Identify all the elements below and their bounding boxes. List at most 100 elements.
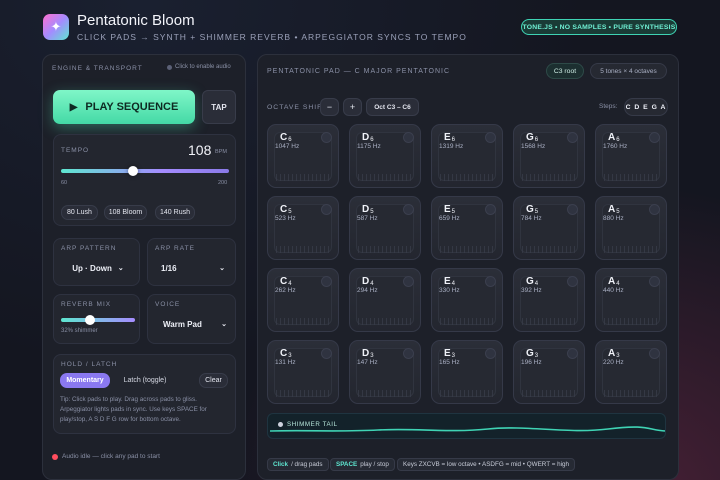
pad-g5[interactable]: G5 784 Hz — [513, 196, 585, 260]
arp-pattern-label: ARP PATTERN — [61, 245, 117, 252]
pad-a3[interactable]: A3 220 Hz — [595, 340, 667, 404]
pad-note-label: A3 — [608, 348, 620, 359]
pad-indicator-icon — [567, 204, 578, 215]
reverb-caption: 32% shimmer — [61, 328, 98, 334]
play-sequence-button[interactable]: ▶ PLAY SEQUENCE — [53, 90, 195, 124]
octave-up-button[interactable]: + — [343, 98, 362, 116]
pad-tick-marks — [358, 318, 412, 325]
pad-frequency: 165 Hz — [439, 359, 460, 366]
pad-c3[interactable]: C3 131 Hz — [267, 340, 339, 404]
pad-note-label: C4 — [280, 276, 292, 287]
pad-d5[interactable]: D5 587 Hz — [349, 196, 421, 260]
pad-c6[interactable]: C6 1047 Hz — [267, 124, 339, 188]
pad-tick-marks — [440, 174, 494, 181]
play-icon: ▶ — [69, 101, 78, 113]
pad-indicator-icon — [485, 204, 496, 215]
shimmer-tail-visual: SHIMMER TAIL — [267, 413, 666, 439]
pad-indicator-icon — [485, 132, 496, 143]
octave-down-button[interactable]: − — [320, 98, 339, 116]
pad-e3[interactable]: E3 165 Hz — [431, 340, 503, 404]
steps-value: C D E G A — [624, 98, 668, 116]
arp-pattern-select[interactable]: Up · Down ⌄ — [61, 260, 135, 276]
pad-e5[interactable]: E5 659 Hz — [431, 196, 503, 260]
pad-indicator-icon — [649, 276, 660, 287]
pad-indicator-icon — [321, 204, 332, 215]
pad-a4[interactable]: A4 440 Hz — [595, 268, 667, 332]
hint-space-play: SPACE play / stop — [330, 458, 395, 471]
pad-frequency: 330 Hz — [439, 287, 460, 294]
arp-rate-select[interactable]: 1/16 ⌄ — [155, 260, 229, 276]
pad-note-label: G4 — [526, 276, 539, 287]
pad-tick-marks — [522, 318, 576, 325]
pad-tick-marks — [604, 174, 658, 181]
pad-note-label: E6 — [444, 132, 456, 143]
pad-note-label: D6 — [362, 132, 374, 143]
pad-d4[interactable]: D4 294 Hz — [349, 268, 421, 332]
pad-a6[interactable]: A6 1760 Hz — [595, 124, 667, 188]
steps-label: Steps: — [599, 103, 618, 110]
pad-g6[interactable]: G6 1568 Hz — [513, 124, 585, 188]
pad-frequency: 440 Hz — [603, 287, 624, 294]
tempo-slider[interactable] — [61, 166, 229, 176]
shimmer-dot-icon — [278, 422, 283, 427]
pad-e4[interactable]: E4 330 Hz — [431, 268, 503, 332]
chevron-down-icon: ⌄ — [221, 321, 227, 328]
momentary-toggle[interactable]: Momentary — [60, 373, 110, 388]
voice-label: VOICE — [155, 301, 181, 308]
pad-tick-marks — [522, 390, 576, 397]
tempo-min: 60 — [61, 180, 68, 186]
pad-frequency: 1760 Hz — [603, 143, 628, 150]
pad-tick-marks — [440, 318, 494, 325]
hint-keys: Keys ZXCVB = low octave • ASDFG = mid • … — [397, 458, 576, 471]
tempo-max: 200 — [218, 180, 228, 186]
arp-rate-label: ARP RATE — [155, 245, 195, 252]
octave-shift-label: OCTAVE SHIFT — [267, 104, 328, 111]
tempo-label: TEMPO — [61, 147, 90, 154]
reverb-slider[interactable] — [61, 315, 135, 325]
pad-a5[interactable]: A5 880 Hz — [595, 196, 667, 260]
pad-tick-marks — [604, 318, 658, 325]
preset-140-rush[interactable]: 140 Rush — [155, 205, 195, 220]
pad-frequency: 220 Hz — [603, 359, 624, 366]
clear-button[interactable]: Clear — [199, 373, 228, 388]
preset-108-bloom[interactable]: 108 Bloom — [104, 205, 147, 220]
reverb-slider-thumb[interactable] — [84, 315, 95, 325]
voice-select[interactable]: Warm Pad ⌄ — [155, 316, 231, 332]
tap-tempo-button[interactable]: TAP — [202, 90, 236, 124]
pad-e6[interactable]: E6 1319 Hz — [431, 124, 503, 188]
pad-tick-marks — [276, 318, 330, 325]
tempo-unit: BPM — [215, 149, 227, 155]
pad-frequency: 880 Hz — [603, 215, 624, 222]
pad-tick-marks — [440, 246, 494, 253]
hint-click-drag: Click / drag pads — [267, 458, 329, 471]
latch-toggle[interactable]: Latch (toggle) — [116, 373, 174, 388]
pad-indicator-icon — [403, 204, 414, 215]
pad-note-label: G5 — [526, 204, 539, 215]
pad-tick-marks — [522, 174, 576, 181]
pad-g4[interactable]: G4 392 Hz — [513, 268, 585, 332]
pad-indicator-icon — [567, 276, 578, 287]
pad-indicator-icon — [485, 348, 496, 359]
engine-badge: TONE.JS • NO SAMPLES • PURE SYNTHESIS — [521, 19, 677, 35]
pad-indicator-icon — [403, 348, 414, 359]
pad-d3[interactable]: D3 147 Hz — [349, 340, 421, 404]
enable-audio-hint[interactable]: Click to enable audio — [167, 64, 231, 70]
pad-c4[interactable]: C4 262 Hz — [267, 268, 339, 332]
pad-note-label: C3 — [280, 348, 292, 359]
pad-frequency: 1175 Hz — [357, 143, 381, 150]
pad-frequency: 392 Hz — [521, 287, 542, 294]
pad-frequency: 262 Hz — [275, 287, 296, 294]
pad-note-label: D3 — [362, 348, 374, 359]
engine-panel-title: ENGINE & TRANSPORT — [52, 65, 143, 72]
pad-d6[interactable]: D6 1175 Hz — [349, 124, 421, 188]
chevron-down-icon: ⌄ — [117, 265, 124, 272]
pad-indicator-icon — [321, 276, 332, 287]
pad-frequency: 1047 Hz — [275, 143, 300, 150]
pad-frequency: 523 Hz — [275, 215, 296, 222]
pad-note-label: E4 — [444, 276, 456, 287]
pad-frequency: 147 Hz — [357, 359, 378, 366]
pad-c5[interactable]: C5 523 Hz — [267, 196, 339, 260]
preset-80-lush[interactable]: 80 Lush — [61, 205, 98, 220]
pad-note-label: A6 — [608, 132, 620, 143]
pad-g3[interactable]: G3 196 Hz — [513, 340, 585, 404]
